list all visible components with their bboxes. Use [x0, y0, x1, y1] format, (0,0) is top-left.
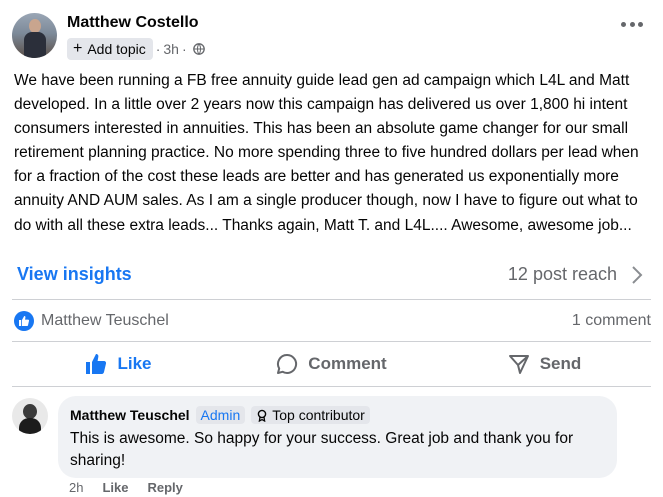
comments-count[interactable]: 1 comment: [572, 312, 651, 330]
send-button[interactable]: Send: [438, 345, 651, 383]
divider: [12, 299, 651, 300]
add-topic-label: Add topic: [87, 41, 146, 57]
post-card: Matthew Costello + Add topic · 3h · We h…: [0, 0, 663, 497]
comment-text: This is awesome. So happy for your succe…: [70, 430, 574, 469]
top-contributor-badge[interactable]: Top contributor: [251, 406, 370, 424]
separator-dot: ·: [155, 41, 161, 57]
reactions-summary[interactable]: Matthew Teuschel: [14, 311, 169, 331]
commenter-avatar[interactable]: [12, 398, 48, 434]
post-text: We have been running a FB free annuity g…: [14, 72, 639, 234]
author-avatar[interactable]: [12, 13, 57, 58]
divider: [12, 341, 651, 342]
reaction-name: Matthew Teuschel: [41, 312, 169, 329]
send-icon: [508, 355, 529, 374]
post-meta: + Add topic · 3h ·: [67, 38, 205, 60]
post-time[interactable]: 3h: [163, 41, 179, 57]
comment-icon: [277, 353, 298, 374]
send-label: Send: [539, 354, 582, 373]
post-reach-label: 12 post reach: [507, 264, 617, 284]
like-icon: [86, 354, 107, 374]
add-topic-button[interactable]: + Add topic: [67, 38, 153, 60]
comment-time[interactable]: 2h: [69, 480, 83, 495]
divider: [12, 386, 651, 387]
comment-meta: 2h Like Reply: [69, 480, 183, 495]
top-contributor-label: Top contributor: [272, 407, 365, 423]
comment-bubble: Matthew Teuschel Admin Top contributor T…: [58, 396, 617, 478]
plus-icon: +: [73, 40, 83, 57]
like-label: Like: [117, 354, 152, 373]
author-name[interactable]: Matthew Costello: [67, 14, 199, 32]
comment-reply-button[interactable]: Reply: [147, 480, 182, 495]
commenter-name[interactable]: Matthew Teuschel: [70, 407, 190, 423]
action-bar: Like Comment Send: [12, 345, 651, 383]
separator-dot: ·: [181, 41, 187, 57]
admin-badge[interactable]: Admin: [195, 406, 246, 424]
like-reaction-icon: [14, 311, 34, 331]
comment-header: Matthew Teuschel Admin Top contributor: [70, 405, 605, 425]
like-button[interactable]: Like: [12, 345, 225, 383]
contributor-icon: [257, 409, 267, 422]
comment-like-button[interactable]: Like: [102, 480, 128, 495]
view-insights-link[interactable]: View insights: [17, 264, 132, 285]
chevron-right-icon: [632, 265, 643, 284]
comment-label: Comment: [308, 354, 387, 373]
comment-button[interactable]: Comment: [225, 345, 438, 383]
post-reach[interactable]: 12 post reach: [508, 264, 643, 285]
more-icon[interactable]: [621, 20, 643, 28]
globe-icon[interactable]: [192, 43, 205, 55]
